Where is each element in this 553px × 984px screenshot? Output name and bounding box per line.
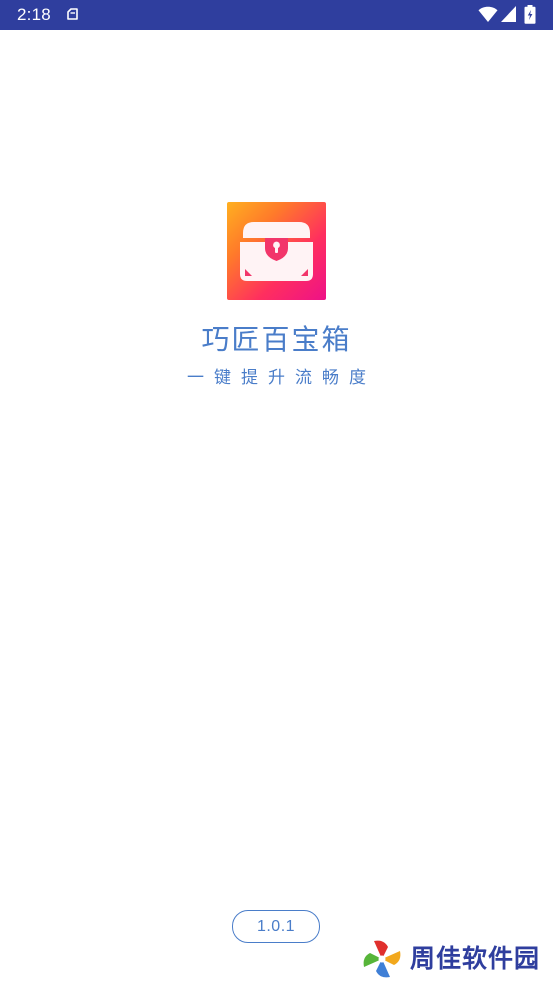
wifi-icon [478,6,498,22]
watermark-text: 周佳软件园 [410,944,541,973]
notification-icon [67,8,78,20]
watermark: 周佳软件园 [360,937,550,981]
status-time: 2:18 [17,5,51,24]
signal-icon [501,6,516,22]
version-badge: 1.0.1 [232,910,320,943]
treasure-chest-icon [240,222,313,281]
battery-icon [524,5,536,24]
app-slogan: 一键提升流畅度 [187,368,376,388]
app-logo [227,202,326,300]
status-bar: 2:18 [0,0,553,30]
pinwheel-logo-icon [363,940,401,978]
app-title: 巧匠百宝箱 [201,323,352,356]
